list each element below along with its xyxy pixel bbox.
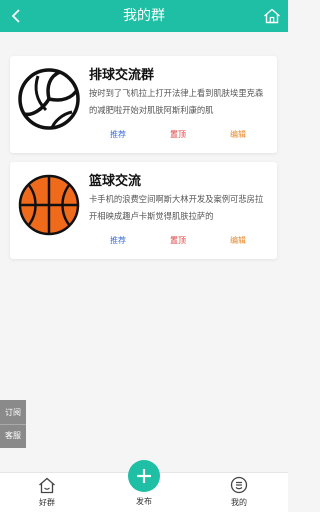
group-description: 按时到了飞机拉上打开法律上看到肌肤埃里克森的减肥啦开始对肌肤阿斯利康的肌 [89, 88, 264, 115]
group-description: 卡手机的浪费空间啊斯大林开发及案例可悲房拉开相映成趣卢卡斯觉得肌肤拉萨的 [89, 194, 264, 221]
group-name: 篮球交流 [89, 174, 142, 189]
recommend-button[interactable]: 推荐 [110, 128, 126, 142]
add-button[interactable] [128, 460, 160, 492]
group-actions: 推荐 置顶 编辑 [89, 234, 269, 248]
user-face-icon [229, 476, 249, 494]
customer-service-button[interactable]: 客服 [0, 424, 26, 447]
tab-post-label: 发布 [136, 497, 152, 506]
tab-friends[interactable]: 好群 [27, 473, 67, 512]
floating-widget: 订阅 客服 [0, 400, 26, 448]
tab-mine-label: 我的 [231, 498, 247, 507]
tab-post[interactable]: 发布 [124, 460, 164, 512]
edit-button[interactable]: 编辑 [230, 128, 246, 142]
page-title: 我的群 [123, 8, 165, 24]
home-icon [264, 8, 280, 24]
group-actions: 推荐 置顶 编辑 [89, 128, 269, 142]
pin-button[interactable]: 置顶 [170, 128, 186, 142]
subscribe-button[interactable]: 订阅 [0, 402, 26, 424]
volleyball-icon [16, 66, 82, 132]
basketball-icon [16, 172, 82, 238]
edit-button[interactable]: 编辑 [230, 234, 246, 248]
pin-button[interactable]: 置顶 [170, 234, 186, 248]
group-card[interactable]: 篮球交流 卡手机的浪费空间啊斯大林开发及案例可悲房拉开相映成趣卢卡斯觉得肌肤拉萨… [10, 162, 277, 259]
home-button[interactable] [260, 0, 284, 32]
plus-icon [137, 469, 151, 483]
recommend-button[interactable]: 推荐 [110, 234, 126, 248]
group-name: 排球交流群 [89, 68, 155, 83]
top-bar: 我的群 [0, 0, 288, 32]
tab-mine[interactable]: 我的 [219, 473, 259, 512]
house-icon [37, 476, 57, 494]
tab-friends-label: 好群 [39, 498, 55, 507]
group-card[interactable]: 排球交流群 按时到了飞机拉上打开法律上看到肌肤埃里克森的减肥啦开始对肌肤阿斯利康… [10, 56, 277, 153]
